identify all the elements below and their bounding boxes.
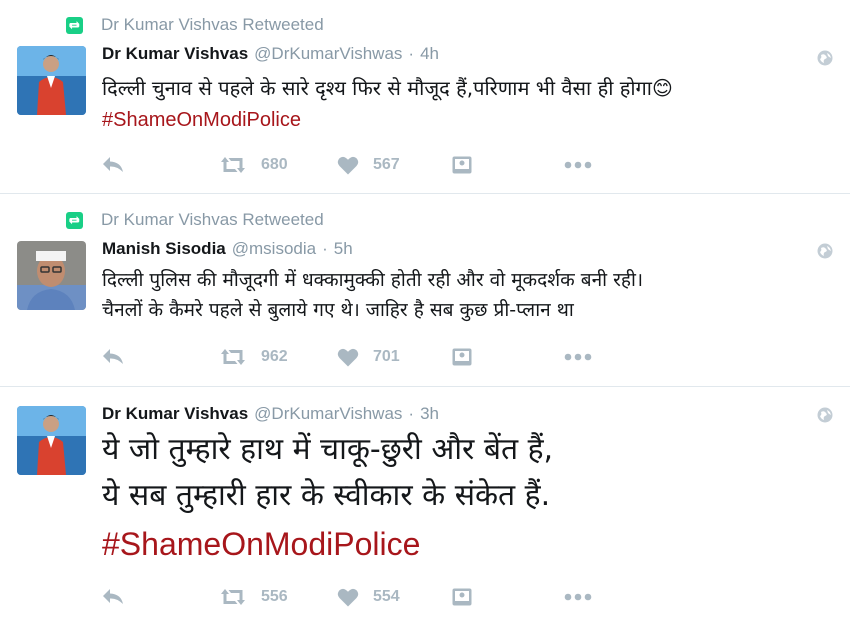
author-handle[interactable]: @DrKumarVishwas xyxy=(254,44,402,64)
like-count: 567 xyxy=(373,156,400,173)
more-button[interactable] xyxy=(564,345,592,369)
retweet-button[interactable]: 962 xyxy=(219,345,288,369)
retweet-context-label: Dr Kumar Vishvas Retweeted xyxy=(101,210,324,229)
like-count: 701 xyxy=(373,348,400,365)
reply-icon xyxy=(103,349,123,364)
hashtag-link[interactable]: #ShameOnModiPolice xyxy=(102,106,301,134)
retweet-context: Dr Kumar Vishvas Retweeted xyxy=(66,14,324,36)
globe-icon[interactable] xyxy=(816,49,834,67)
avatar[interactable] xyxy=(17,241,86,310)
like-button[interactable]: 567 xyxy=(337,153,400,177)
tweet-header: Dr Kumar Vishvas @DrKumarVishwas · 3h xyxy=(102,404,439,428)
globe-icon[interactable] xyxy=(816,242,834,260)
tweet-text-line-1: दिल्ली चुनाव से पहले के सारे दृश्य फिर स… xyxy=(102,76,673,100)
separator: · xyxy=(408,404,415,423)
avatar[interactable] xyxy=(17,406,86,475)
tweet-text-line-2: चैनलों के कैमरे पहले से बुलाये गए थे। जा… xyxy=(102,299,574,321)
more-icon xyxy=(564,161,592,169)
retweet-icon xyxy=(66,16,83,34)
like-button[interactable]: 554 xyxy=(337,585,400,609)
author-handle[interactable]: @msisodia xyxy=(232,239,316,259)
like-button[interactable]: 701 xyxy=(337,345,400,369)
timestamp[interactable]: 5h xyxy=(334,239,353,259)
reply-button[interactable] xyxy=(102,153,124,177)
retweet-button[interactable]: 680 xyxy=(219,153,288,177)
author-name[interactable]: Manish Sisodia xyxy=(102,239,226,259)
media-icon xyxy=(452,348,472,366)
more-icon xyxy=(564,353,592,361)
tweet-3[interactable]: Dr Kumar Vishvas @DrKumarVishwas · 3h ये… xyxy=(0,388,850,630)
retweet-context-label: Dr Kumar Vishvas Retweeted xyxy=(101,15,324,34)
heart-icon xyxy=(337,348,359,366)
like-count: 554 xyxy=(373,588,400,605)
retweet-context: Dr Kumar Vishvas Retweeted xyxy=(66,209,324,231)
heart-icon xyxy=(337,156,359,174)
retweet-icon xyxy=(221,589,245,605)
author-name[interactable]: Dr Kumar Vishvas xyxy=(102,404,248,424)
timestamp[interactable]: 4h xyxy=(420,44,439,64)
media-icon xyxy=(452,156,472,174)
hashtag-link[interactable]: #ShameOnModiPolice xyxy=(102,522,420,566)
tweet-header: Dr Kumar Vishvas @DrKumarVishwas · 4h xyxy=(102,44,439,68)
retweet-icon xyxy=(66,211,83,229)
media-button[interactable] xyxy=(452,153,472,177)
reply-button[interactable] xyxy=(102,345,124,369)
tweet-actions: 962 701 xyxy=(102,345,602,369)
tweet-2[interactable]: Dr Kumar Vishvas Retweeted Manish Sisodi… xyxy=(0,195,850,387)
tweet-1[interactable]: Dr Kumar Vishvas Retweeted Dr Kumar Vish… xyxy=(0,0,850,194)
media-button[interactable] xyxy=(452,585,472,609)
reply-icon xyxy=(103,157,123,172)
reply-icon xyxy=(103,589,123,604)
tweet-actions: 556 554 xyxy=(102,585,602,609)
author-handle[interactable]: @DrKumarVishwas xyxy=(254,404,402,424)
retweet-icon xyxy=(221,157,245,173)
retweet-count: 556 xyxy=(261,588,288,605)
more-icon xyxy=(564,593,592,601)
retweet-button[interactable]: 556 xyxy=(219,585,288,609)
heart-icon xyxy=(337,588,359,606)
retweet-count: 680 xyxy=(261,156,288,173)
media-button[interactable] xyxy=(452,345,472,369)
retweet-count: 962 xyxy=(261,348,288,365)
more-button[interactable] xyxy=(564,153,592,177)
tweet-text-line-2: ये सब तुम्हारी हार के स्वीकार के संकेत ह… xyxy=(102,478,551,513)
timestamp[interactable]: 3h xyxy=(420,404,439,424)
separator: · xyxy=(408,44,415,63)
tweet-header: Manish Sisodia @msisodia · 5h xyxy=(102,239,353,263)
reply-button[interactable] xyxy=(102,585,124,609)
globe-icon[interactable] xyxy=(816,406,834,424)
tweet-actions: 680 567 xyxy=(102,153,602,177)
more-button[interactable] xyxy=(564,585,592,609)
separator: · xyxy=(322,239,328,258)
retweet-icon xyxy=(221,349,245,365)
timeline: Dr Kumar Vishvas Retweeted Dr Kumar Vish… xyxy=(0,0,850,630)
tweet-text-line-1: ये जो तुम्हारे हाथ में चाकू-छुरी और बेंत… xyxy=(102,432,554,467)
author-name[interactable]: Dr Kumar Vishvas xyxy=(102,44,248,64)
media-icon xyxy=(452,588,472,606)
avatar[interactable] xyxy=(17,46,86,115)
tweet-text-line-1: दिल्ली पुलिस की मौजूदगी में धक्कामुक्की … xyxy=(102,269,644,291)
